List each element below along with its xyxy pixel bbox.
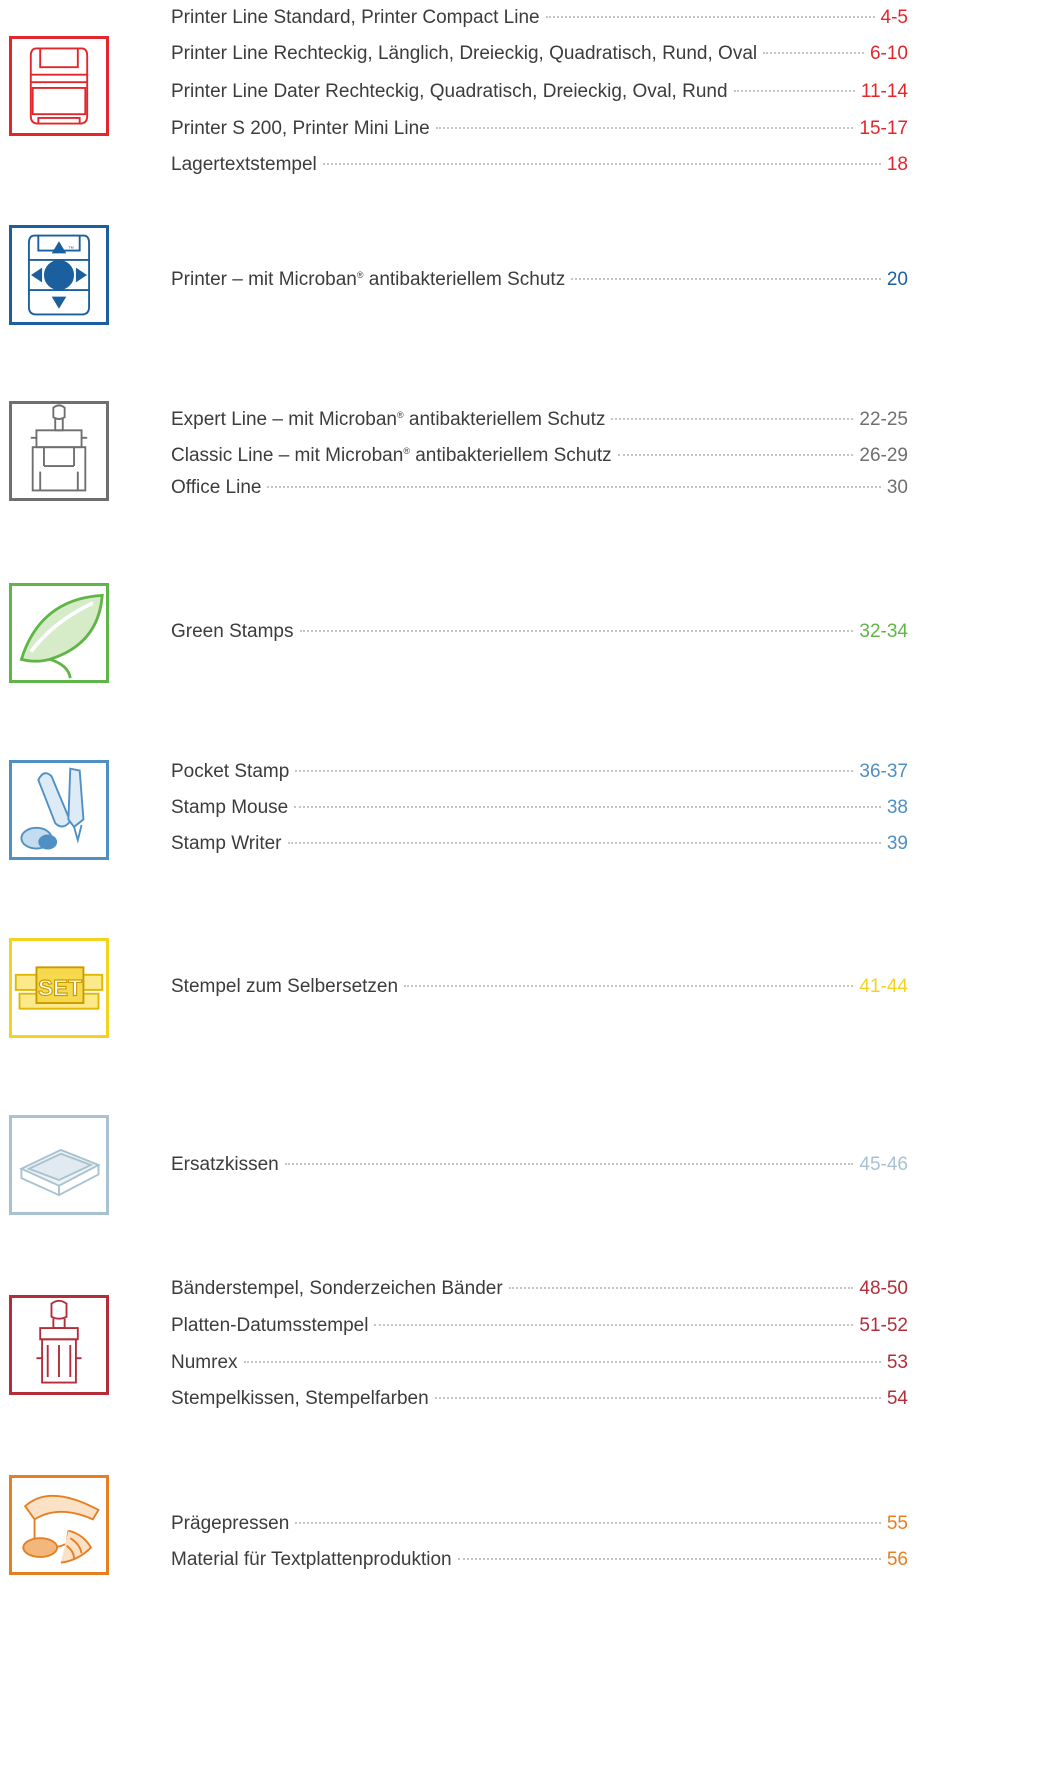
entry-page: 41-44 [859, 976, 908, 997]
dot-leader [545, 16, 875, 18]
toc-entry[interactable]: Lagertextstempel 18 [171, 150, 908, 180]
toc-entry[interactable]: Classic Line – mit Microban® antibakteri… [171, 436, 908, 466]
toc-entry[interactable]: Printer Line Rechteckig, Länglich, Dreie… [171, 39, 908, 69]
dot-leader [267, 486, 881, 488]
entry-label: Ersatzkissen [171, 1154, 279, 1175]
toc-entry[interactable]: Expert Line – mit Microban® antibakterie… [171, 400, 908, 430]
svg-text:™: ™ [68, 247, 74, 253]
toc-entry[interactable]: Printer – mit Microban® antibakteriellem… [171, 260, 908, 290]
svg-text:SET: SET [38, 976, 82, 1001]
toc-entry[interactable]: Stempelkissen, Stempelfarben 54 [171, 1384, 908, 1414]
entry-page: 55 [886, 1513, 908, 1534]
toc-entry[interactable]: Printer S 200, Printer Mini Line 15-17 [171, 114, 908, 144]
self-inking-stamp-icon [9, 36, 109, 136]
entry-label: Classic Line – mit Microban® antibakteri… [171, 445, 612, 466]
dot-leader [374, 1324, 854, 1326]
dot-leader [284, 1163, 854, 1165]
dot-leader [299, 630, 854, 632]
dot-leader [508, 1287, 854, 1289]
embosser-icon [9, 1475, 109, 1575]
toc-entry[interactable]: Prägepressen 55 [171, 1509, 908, 1539]
entry-label: Numrex [171, 1352, 238, 1373]
entry-page: 11-14 [860, 81, 908, 102]
entry-label: Green Stamps [171, 621, 294, 642]
entry-page: 39 [886, 833, 908, 854]
dot-leader [617, 454, 854, 456]
dot-leader [571, 278, 881, 280]
toc-entry[interactable]: Printer Line Standard, Printer Compact L… [171, 3, 908, 33]
entry-page: 56 [886, 1549, 908, 1570]
entry-label: Material für Textplattenproduktion [171, 1549, 452, 1570]
dot-leader [435, 127, 854, 129]
toc-entry[interactable]: Stamp Writer 39 [171, 829, 908, 859]
toc-entry[interactable]: Stempel zum Selbersetzen 41-44 [171, 972, 908, 1002]
entry-label: Platten-Datumsstempel [171, 1315, 369, 1336]
microban-stamp-icon: ™ [9, 225, 109, 325]
dot-leader [404, 985, 854, 987]
entry-page: 32-34 [859, 621, 908, 642]
ink-pad-icon [9, 1115, 109, 1215]
entry-page: 53 [886, 1352, 908, 1373]
entry-label: Printer – mit Microban® antibakteriellem… [171, 269, 566, 290]
entry-label: Printer S 200, Printer Mini Line [171, 118, 430, 139]
toc-entry[interactable]: Material für Textplattenproduktion 56 [171, 1545, 908, 1575]
entry-label: Printer Line Rechteckig, Länglich, Dreie… [171, 43, 758, 64]
dot-leader [322, 163, 881, 165]
toc-entry[interactable]: Green Stamps 32-34 [171, 617, 908, 647]
entry-page: 15-17 [859, 118, 908, 139]
entry-page: 54 [886, 1388, 908, 1409]
entry-page: 51-52 [859, 1315, 908, 1336]
dot-leader [611, 418, 854, 420]
entry-label: Stempelkissen, Stempelfarben [171, 1388, 429, 1409]
entry-page: 20 [886, 269, 908, 290]
dot-leader [295, 770, 854, 772]
dot-leader [294, 806, 881, 808]
entry-page: 45-46 [859, 1154, 908, 1175]
entry-page: 48-50 [859, 1278, 908, 1299]
entry-page: 36-37 [859, 761, 908, 782]
entry-label: Bänderstempel, Sonderzeichen Bänder [171, 1278, 503, 1299]
entry-label: Expert Line – mit Microban® antibakterie… [171, 409, 606, 430]
classic-stamp-icon [9, 401, 109, 501]
toc-entry[interactable]: Numrex 53 [171, 1348, 908, 1378]
toc-entry[interactable]: Stamp Mouse 38 [171, 793, 908, 823]
entry-label: Prägepressen [171, 1513, 290, 1534]
pocket-stamp-icon [9, 760, 109, 860]
entry-page: 38 [886, 797, 908, 818]
toc-entry[interactable]: Pocket Stamp 36-37 [171, 757, 908, 787]
dot-leader [733, 90, 855, 92]
entry-label: Printer Line Dater Rechteckig, Quadratis… [171, 81, 728, 102]
entry-page: 4-5 [880, 7, 908, 28]
entry-label: Lagertextstempel [171, 154, 317, 175]
entry-label: Office Line [171, 477, 262, 498]
entry-label: Stempel zum Selbersetzen [171, 976, 399, 997]
entry-page: 26-29 [859, 445, 908, 466]
entry-page: 18 [886, 154, 908, 175]
set-stamp-icon: SET [9, 938, 109, 1038]
dot-leader [457, 1558, 881, 1560]
entry-label: Stamp Mouse [171, 797, 289, 818]
toc-entry[interactable]: Platten-Datumsstempel 51-52 [171, 1311, 908, 1341]
entry-page: 22-25 [859, 409, 908, 430]
toc-entry[interactable]: Bänderstempel, Sonderzeichen Bänder 48-5… [171, 1274, 908, 1304]
dot-leader [434, 1397, 881, 1399]
toc-entry[interactable]: Ersatzkissen 45-46 [171, 1150, 908, 1180]
toc-entry[interactable]: Printer Line Dater Rechteckig, Quadratis… [171, 77, 908, 107]
dot-leader [243, 1361, 881, 1363]
entry-page: 6-10 [869, 43, 908, 64]
toc-entry[interactable]: Office Line 30 [171, 473, 908, 503]
dot-leader [295, 1522, 881, 1524]
entry-page: 30 [886, 477, 908, 498]
dot-leader [763, 52, 864, 54]
entry-label: Pocket Stamp [171, 761, 290, 782]
band-stamp-icon [9, 1295, 109, 1395]
dot-leader [287, 842, 881, 844]
entry-label: Printer Line Standard, Printer Compact L… [171, 7, 540, 28]
leaf-icon [9, 583, 109, 683]
entry-label: Stamp Writer [171, 833, 282, 854]
